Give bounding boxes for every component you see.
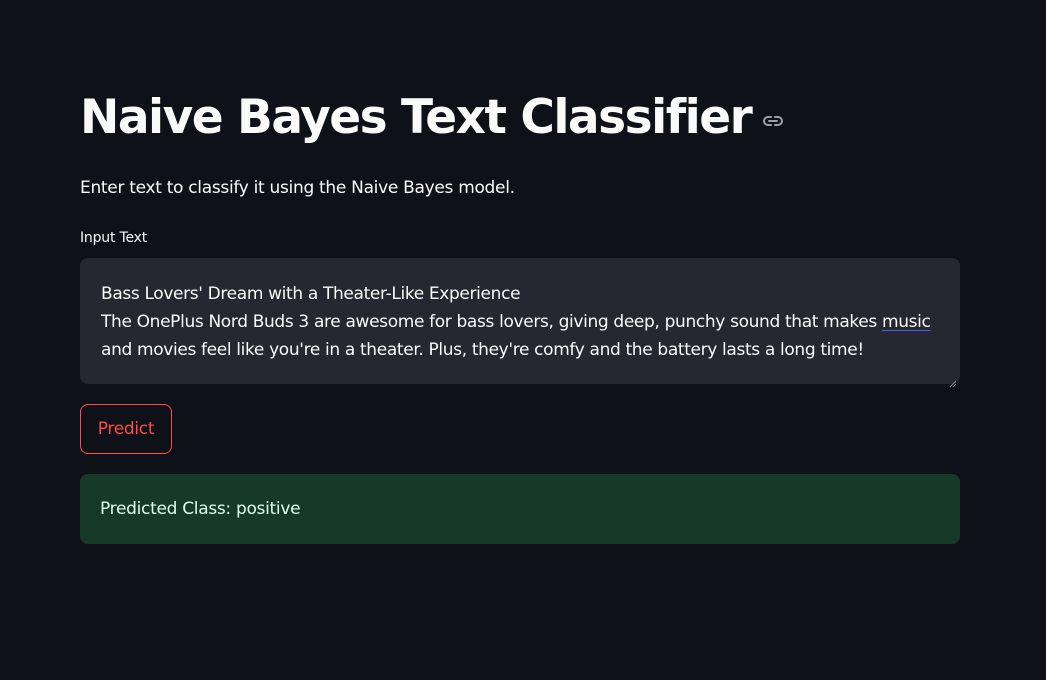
input-text-value[interactable]: Bass Lovers' Dream with a Theater-Like E…	[101, 280, 941, 364]
input-label: Input Text	[80, 230, 148, 246]
input-text-line-1: Bass Lovers' Dream with a Theater-Like E…	[101, 284, 521, 304]
predict-button[interactable]: Predict	[80, 404, 172, 454]
page-title: Naive Bayes Text Classifier	[80, 90, 753, 145]
result-alert: Predicted Class: positive	[80, 474, 960, 544]
input-text-line-3: and movies feel like you're in a theater…	[101, 340, 864, 360]
input-text-line-2: The OnePlus Nord Buds 3 are awesome for …	[101, 312, 882, 332]
resize-handle-icon[interactable]	[949, 373, 957, 388]
link-icon[interactable]	[761, 109, 785, 133]
input-text-area[interactable]: Bass Lovers' Dream with a Theater-Like E…	[80, 258, 960, 388]
result-text: Predicted Class: positive	[100, 499, 301, 519]
title-row: Naive Bayes Text Classifier	[80, 88, 785, 148]
spellcheck-word: music	[881, 312, 931, 332]
page-description: Enter text to classify it using the Naiv…	[80, 178, 515, 198]
